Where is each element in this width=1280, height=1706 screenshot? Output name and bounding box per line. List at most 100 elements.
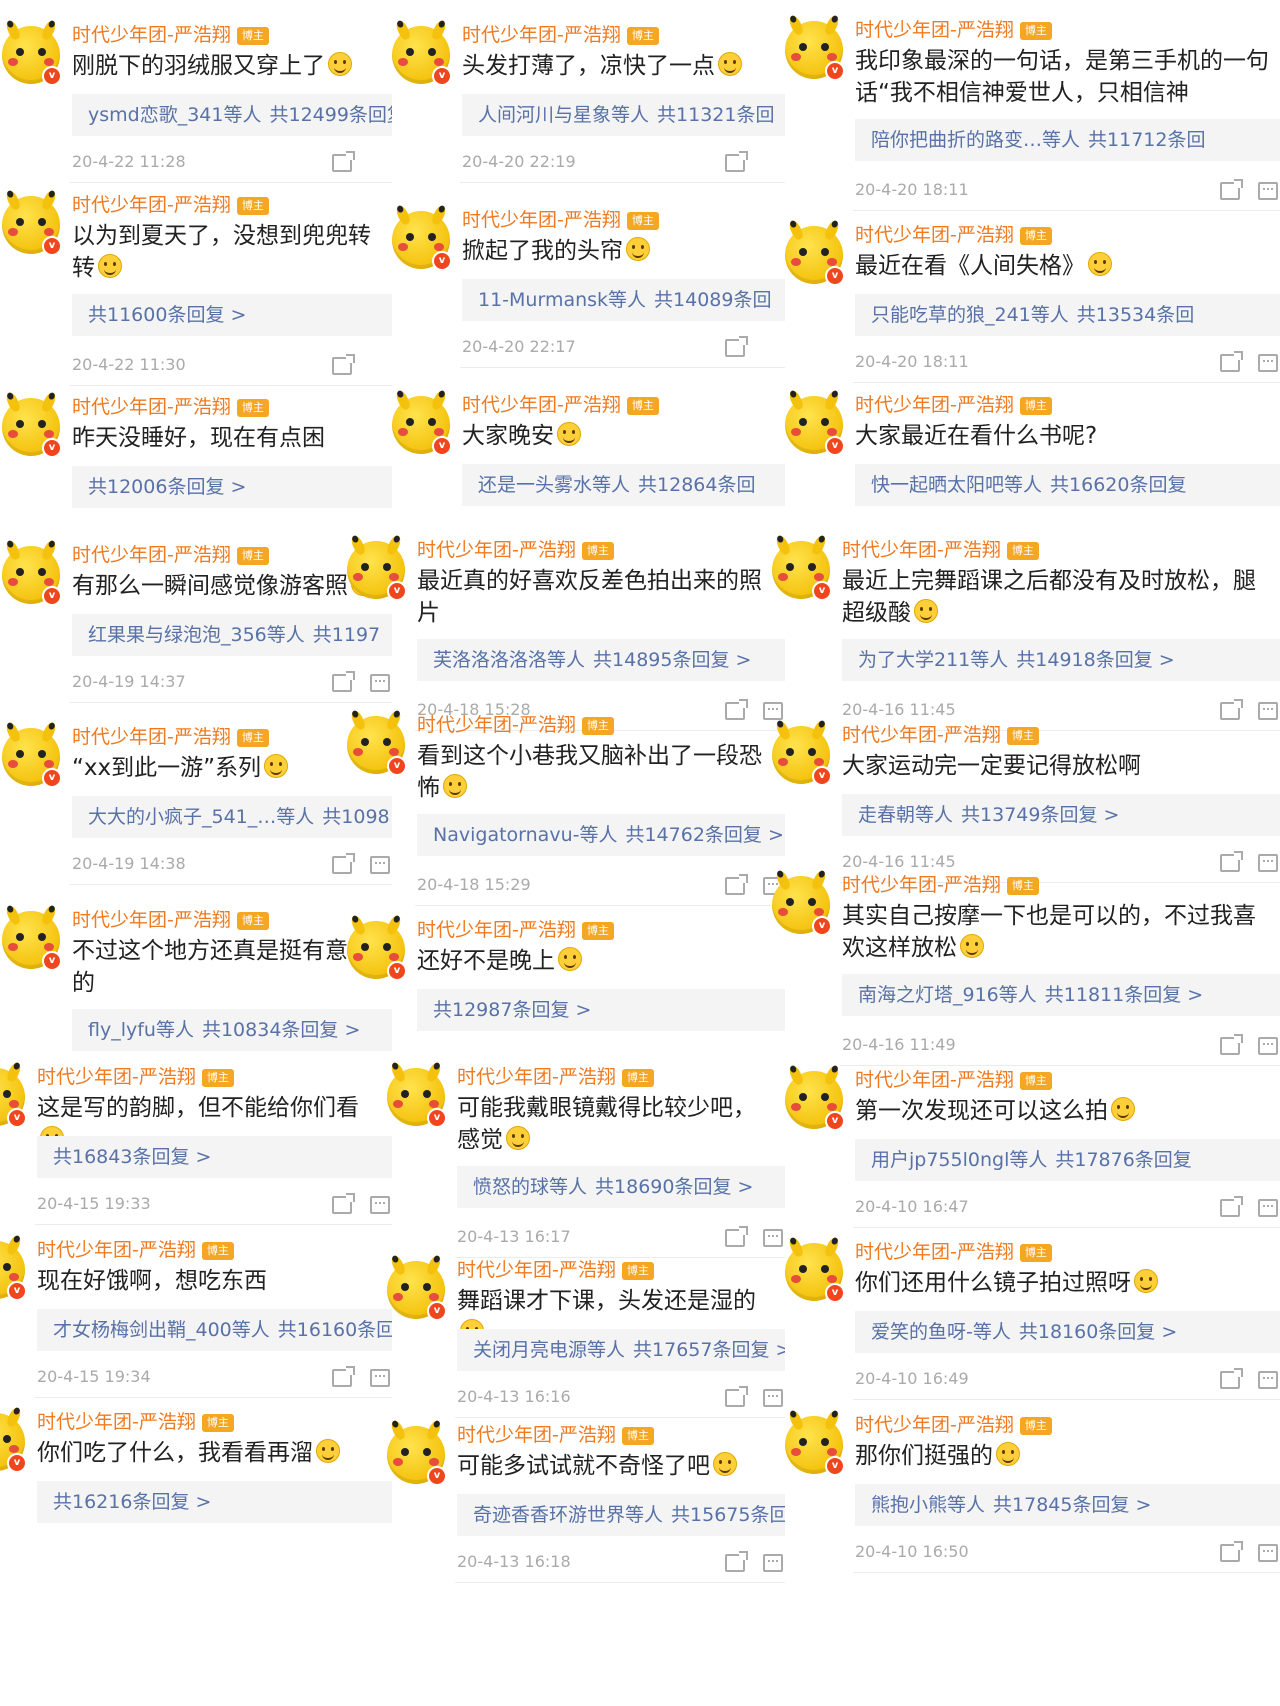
emoji-icon — [713, 1452, 737, 1476]
comment-text: 可能我戴眼镜戴得比较少吧，感觉 — [457, 1092, 777, 1156]
avatar[interactable]: v — [387, 1418, 447, 1486]
emoji-icon — [1134, 1269, 1158, 1293]
author-name[interactable]: 时代少年团-严浩翔 博主 — [457, 1255, 654, 1282]
avatar[interactable]: v — [387, 1060, 447, 1128]
reply-users: 才女杨梅剑出鞘_400等人 — [53, 1319, 270, 1341]
verified-badge-icon: v — [427, 1108, 447, 1128]
author-name[interactable]: 时代少年团-严浩翔 博主 — [457, 1420, 654, 1447]
card-divider — [853, 1399, 1280, 1400]
blogger-tag: 博主 — [1019, 1244, 1052, 1262]
avatar[interactable]: v — [785, 1235, 845, 1303]
share-icon[interactable] — [725, 1386, 748, 1407]
verified-badge-icon: v — [7, 1453, 27, 1473]
blogger-tag: 博主 — [621, 1069, 654, 1087]
comment-icon[interactable] — [1258, 1371, 1278, 1389]
reply-users: 关闭月亮电源等人 — [473, 1339, 626, 1361]
comment-column: v 时代少年团-严浩翔 博主 可能我戴眼镜戴得比较少吧，感觉 愤怒的球等人 共18690条… — [385, 0, 785, 1706]
reply-count-link[interactable]: 共17657条回复 > — [633, 1339, 785, 1361]
share-icon[interactable] — [332, 1366, 355, 1387]
reply-count-link[interactable]: 共16843条回复 > — [53, 1146, 211, 1168]
comment-icon[interactable] — [763, 1389, 783, 1407]
verified-badge-icon: v — [7, 1108, 27, 1128]
avatar[interactable]: v — [785, 1063, 845, 1131]
reply-count-link[interactable]: 共17845条回复 > — [993, 1494, 1151, 1516]
reply-count-link[interactable]: 共18160条回复 > — [1019, 1321, 1177, 1343]
author-name-text: 时代少年团-严浩翔 — [855, 1414, 1014, 1436]
blogger-tag: 博主 — [201, 1069, 234, 1087]
verified-badge-icon: v — [427, 1301, 447, 1321]
comment-text-content: 第一次发现还可以这么拍 — [855, 1098, 1108, 1124]
avatar[interactable]: v — [0, 1233, 27, 1301]
reply-count-link[interactable]: 共17876条回复 — [1055, 1149, 1191, 1171]
timestamp: 20-4-10 16:49 — [855, 1369, 969, 1388]
reply-users: 熊抱小熊等人 — [871, 1494, 986, 1516]
author-name-text: 时代少年团-严浩翔 — [457, 1259, 616, 1281]
card-divider — [853, 1227, 1280, 1228]
card-divider — [455, 1582, 785, 1583]
share-icon[interactable] — [1220, 1196, 1243, 1217]
comment-text-content: 你们吃了什么，我看看再溜 — [37, 1440, 313, 1466]
comment-icon[interactable] — [1258, 1199, 1278, 1217]
timestamp: 20-4-13 16:16 — [457, 1387, 571, 1406]
verified-badge-icon: v — [825, 1111, 845, 1131]
card-divider — [853, 1572, 1280, 1573]
reply-count-link[interactable]: 共16216条回复 > — [53, 1491, 211, 1513]
reply-users: 愤怒的球等人 — [473, 1176, 588, 1198]
share-icon[interactable] — [725, 1551, 748, 1572]
reply-summary[interactable]: 爱笑的鱼呀-等人 共18160条回复 > — [855, 1311, 1280, 1353]
author-name[interactable]: 时代少年团-严浩翔 博主 — [37, 1062, 234, 1089]
comment-column: v 时代少年团-严浩翔 博主 这是写的韵脚，但不能给你们看 共16843条回复 >20-… — [0, 0, 392, 1706]
card-divider — [35, 1397, 392, 1398]
author-name[interactable]: 时代少年团-严浩翔 博主 — [457, 1062, 654, 1089]
author-name[interactable]: 时代少年团-严浩翔 博主 — [855, 1065, 1052, 1092]
reply-summary[interactable]: 共16843条回复 > — [37, 1136, 392, 1178]
comment-text-content: 这是写的韵脚，但不能给你们看 — [37, 1095, 359, 1121]
avatar[interactable]: v — [0, 1405, 27, 1473]
reply-summary[interactable]: 关闭月亮电源等人 共17657条回复 > — [457, 1329, 785, 1371]
comment-text-content: 现在好饿啊，想吃东西 — [37, 1268, 267, 1294]
reply-summary[interactable]: 熊抱小熊等人 共17845条回复 > — [855, 1484, 1280, 1526]
author-name-text: 时代少年团-严浩翔 — [855, 1069, 1014, 1091]
comment-column: v 时代少年团-严浩翔 博主 第一次发现还可以这么拍 用户jp755l0ngl等人 共17… — [783, 0, 1280, 1706]
comment-text-content: 你们还用什么镜子拍过照呀 — [855, 1270, 1131, 1296]
author-name[interactable]: 时代少年团-严浩翔 博主 — [855, 1410, 1052, 1437]
author-name-text: 时代少年团-严浩翔 — [457, 1066, 616, 1088]
author-name-text: 时代少年团-严浩翔 — [855, 1241, 1014, 1263]
comment-text-content: 那你们挺强的 — [855, 1443, 993, 1469]
verified-badge-icon: v — [7, 1281, 27, 1301]
blogger-tag: 博主 — [201, 1414, 234, 1432]
avatar[interactable]: v — [785, 1408, 845, 1476]
reply-summary[interactable]: 愤怒的球等人 共18690条回复 > — [457, 1166, 785, 1208]
comment-icon[interactable] — [1258, 1544, 1278, 1562]
author-name[interactable]: 时代少年团-严浩翔 博主 — [37, 1407, 234, 1434]
comment-text-content: 可能我戴眼镜戴得比较少吧，感觉 — [457, 1095, 756, 1153]
comment-text: 现在好饿啊，想吃东西 — [37, 1265, 384, 1297]
timestamp: 20-4-15 19:33 — [37, 1194, 151, 1213]
reply-summary[interactable]: 共16216条回复 > — [37, 1481, 392, 1523]
reply-summary[interactable]: 才女杨梅剑出鞘_400等人 共16160条回 — [37, 1309, 392, 1351]
share-icon[interactable] — [1220, 1541, 1243, 1562]
timestamp: 20-4-15 19:34 — [37, 1367, 151, 1386]
avatar[interactable]: v — [387, 1253, 447, 1321]
reply-users: 爱笑的鱼呀-等人 — [871, 1321, 1011, 1343]
reply-count-link[interactable]: 共16160条回 — [278, 1319, 392, 1341]
share-icon[interactable] — [1220, 1368, 1243, 1389]
reply-summary[interactable]: 用户jp755l0ngl等人 共17876条回复 — [855, 1139, 1280, 1181]
emoji-icon — [996, 1442, 1020, 1466]
reply-count-link[interactable]: 共15675条回复 — [671, 1504, 785, 1526]
share-icon[interactable] — [725, 1226, 748, 1247]
reply-summary[interactable]: 奇迹香香环游世界等人共15675条回复 — [457, 1494, 785, 1536]
timestamp: 20-4-13 16:18 — [457, 1552, 571, 1571]
avatar[interactable]: v — [0, 1060, 27, 1128]
author-name[interactable]: 时代少年团-严浩翔 博主 — [37, 1235, 234, 1262]
comment-icon[interactable] — [763, 1554, 783, 1572]
comment-icon[interactable] — [763, 1229, 783, 1247]
reply-count-link[interactable]: 共18690条回复 > — [595, 1176, 753, 1198]
verified-badge-icon: v — [427, 1466, 447, 1486]
timestamp: 20-4-10 16:50 — [855, 1542, 969, 1561]
author-name[interactable]: 时代少年团-严浩翔 博主 — [855, 1237, 1052, 1264]
timestamp: 20-4-10 16:47 — [855, 1197, 969, 1216]
share-icon[interactable] — [332, 1193, 355, 1214]
author-name-text: 时代少年团-严浩翔 — [37, 1066, 196, 1088]
comment-text-content: 可能多试试就不奇怪了吧 — [457, 1453, 710, 1479]
